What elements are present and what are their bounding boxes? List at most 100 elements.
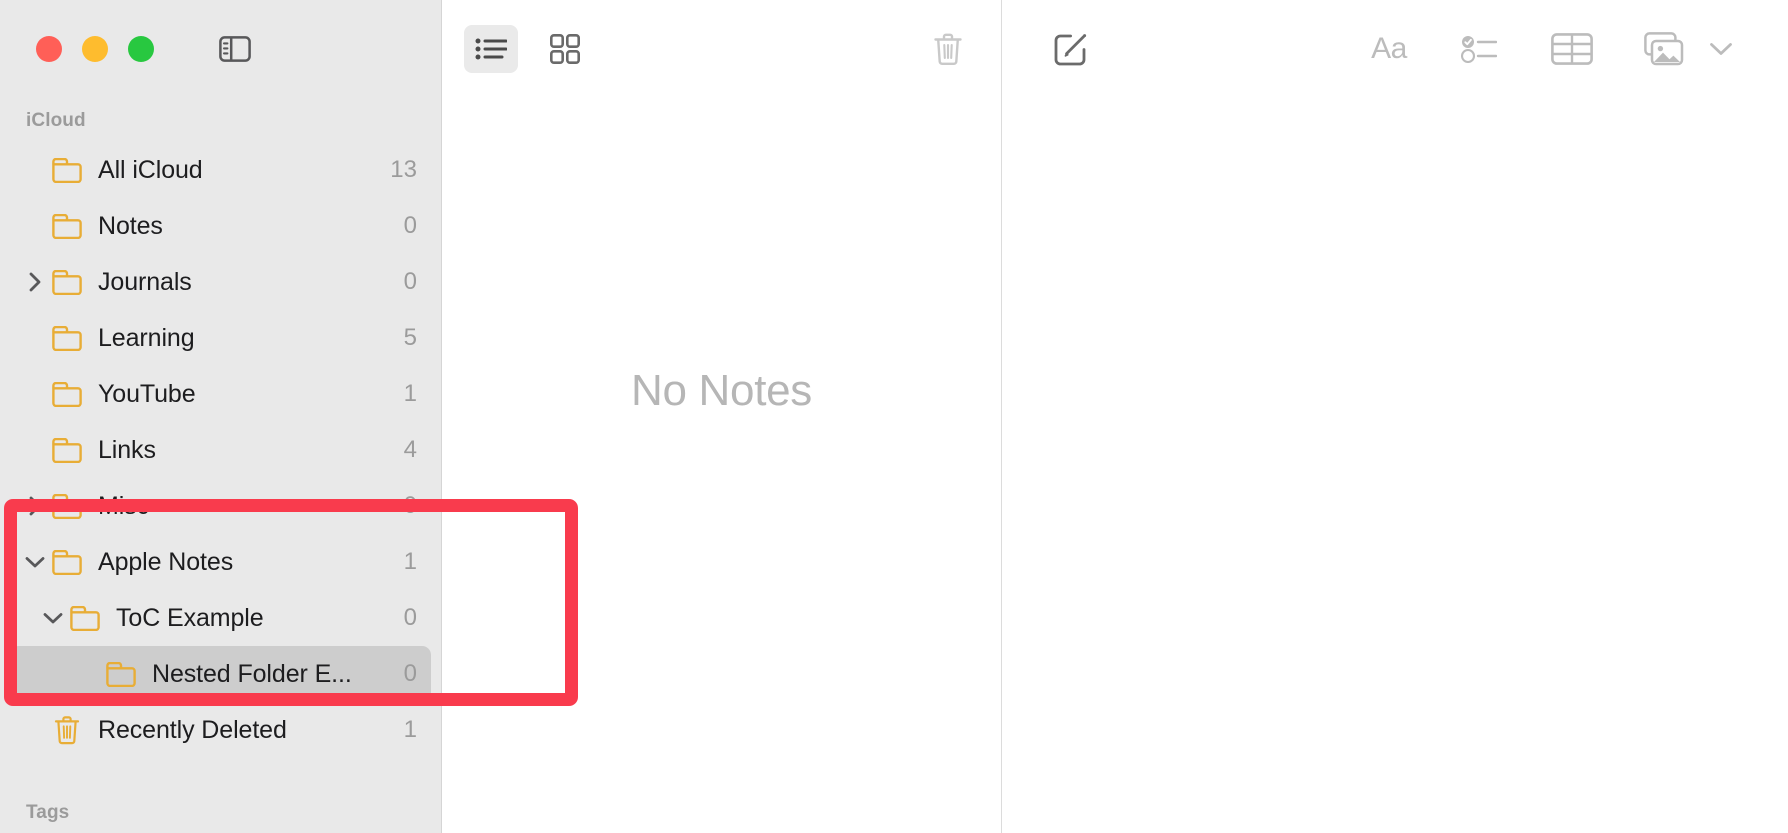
media-icon — [1644, 32, 1684, 66]
sidebar-item-count: 0 — [403, 492, 417, 519]
sidebar-item-label: Links — [98, 435, 156, 464]
sidebar-titlebar — [0, 0, 441, 98]
sidebar: iCloud All iCloud 13 Notes 0 Journals 0 Learni… — [0, 0, 442, 833]
sidebar-item-recently-deleted[interactable]: Recently Deleted 1 — [10, 702, 431, 758]
note-list-empty-state: No Notes — [442, 98, 1001, 833]
sidebar-item-label: Learning — [98, 323, 195, 352]
sidebar-item-label: Journals — [98, 267, 192, 296]
folder-icon — [70, 605, 100, 631]
sidebar-item-count: 0 — [403, 268, 417, 295]
sidebar-item-notes[interactable]: Notes 0 — [10, 198, 431, 254]
gallery-view-icon — [550, 34, 580, 64]
sidebar-item-count: 0 — [403, 604, 417, 631]
folder-icon — [50, 549, 84, 575]
table-button[interactable] — [1542, 25, 1602, 73]
folder-icon — [50, 213, 84, 239]
sidebar-item-label: Nested Folder E... — [152, 659, 352, 688]
chevron-right-icon — [29, 272, 41, 292]
sidebar-item-label: Misc — [98, 491, 149, 520]
folder-icon — [52, 493, 82, 519]
folder-icon — [52, 437, 82, 463]
sidebar-item-nested-folder-e[interactable]: Nested Folder E... 0 — [10, 646, 431, 702]
delete-note-button[interactable] — [921, 25, 975, 73]
disclosure-triangle[interactable] — [20, 271, 50, 293]
sidebar-item-toc-example[interactable]: ToC Example 0 — [10, 590, 431, 646]
folder-icon — [52, 213, 82, 239]
sidebar-item-journals[interactable]: Journals 0 — [10, 254, 431, 310]
folder-icon — [52, 157, 82, 183]
folder-icon — [52, 549, 82, 575]
sidebar-section-header-tags: Tags — [26, 802, 70, 823]
chevron-down-icon — [25, 557, 45, 568]
note-editor-content[interactable] — [1002, 98, 1788, 833]
disclosure-triangle[interactable] — [38, 611, 68, 625]
close-window-button[interactable] — [36, 36, 62, 62]
sidebar-item-apple-notes[interactable]: Apple Notes 1 — [10, 534, 431, 590]
folder-icon — [50, 493, 84, 519]
sidebar-item-label: YouTube — [98, 379, 196, 408]
sidebar-item-label: Apple Notes — [98, 547, 234, 576]
editor-toolbar: Aa — [1002, 0, 1788, 98]
sidebar-item-learning[interactable]: Learning 5 — [10, 310, 431, 366]
maximize-window-button[interactable] — [128, 36, 154, 62]
sidebar-item-links[interactable]: Links 4 — [10, 422, 431, 478]
note-list-toolbar — [442, 0, 1001, 98]
sidebar-item-count: 1 — [403, 716, 417, 743]
table-icon — [1551, 33, 1593, 65]
trash-icon — [50, 715, 84, 745]
sidebar-section-header-icloud: iCloud — [26, 110, 86, 131]
folder-icon — [50, 437, 84, 463]
folder-icon — [50, 325, 84, 351]
trash-icon — [54, 716, 80, 745]
list-view-button[interactable] — [464, 25, 518, 73]
sidebar-list[interactable]: iCloud All iCloud 13 Notes 0 Journals 0 Learni… — [0, 98, 441, 833]
disclosure-triangle[interactable] — [20, 555, 50, 569]
folder-icon — [104, 661, 138, 687]
sidebar-item-all-icloud[interactable]: All iCloud 13 — [10, 142, 431, 198]
sidebar-toggle-button[interactable] — [212, 26, 258, 72]
compose-icon — [1054, 34, 1087, 66]
sidebar-item-label: All iCloud — [98, 155, 203, 184]
new-note-button[interactable] — [1044, 25, 1098, 73]
disclosure-triangle[interactable] — [20, 495, 50, 517]
sidebar-item-label: Recently Deleted — [98, 715, 287, 744]
folder-icon — [52, 325, 82, 351]
sidebar-item-count: 4 — [403, 436, 417, 463]
folder-icon — [68, 605, 102, 631]
sidebar-toggle-icon — [219, 36, 251, 62]
checklist-button[interactable] — [1452, 25, 1506, 73]
chevron-right-icon — [29, 496, 41, 516]
media-button[interactable] — [1638, 25, 1688, 73]
folder-icon — [50, 269, 84, 295]
sidebar-item-label: Notes — [98, 211, 163, 240]
sidebar-item-count: 1 — [403, 380, 417, 407]
trash-icon — [934, 33, 962, 66]
media-menu-button[interactable] — [1704, 25, 1738, 73]
folder-icon — [50, 157, 84, 183]
chevron-down-icon — [1710, 43, 1732, 55]
sidebar-item-count: 13 — [390, 156, 417, 183]
formatting-toolbar: Aa — [1362, 25, 1738, 73]
sidebar-item-misc[interactable]: Misc 0 — [10, 478, 431, 534]
no-notes-label: No Notes — [630, 365, 812, 415]
sidebar-item-count: 1 — [403, 548, 417, 575]
chevron-down-icon — [43, 613, 63, 624]
sidebar-item-label: ToC Example — [116, 603, 264, 632]
folder-icon — [52, 269, 82, 295]
sidebar-item-count: 0 — [403, 660, 417, 687]
note-list-panel: No Notes — [442, 0, 1002, 833]
folder-icon — [52, 381, 82, 407]
gallery-view-button[interactable] — [538, 25, 592, 73]
list-view-icon — [475, 38, 507, 60]
notes-app-window: iCloud All iCloud 13 Notes 0 Journals 0 Learni… — [0, 0, 1788, 833]
minimize-window-button[interactable] — [82, 36, 108, 62]
window-controls — [36, 36, 154, 62]
note-editor-panel: Aa — [1002, 0, 1788, 833]
folder-icon — [106, 661, 136, 687]
text-format-label: Aa — [1371, 32, 1407, 65]
sidebar-item-youtube[interactable]: YouTube 1 — [10, 366, 431, 422]
text-format-button[interactable]: Aa — [1362, 25, 1416, 73]
sidebar-item-count: 5 — [403, 324, 417, 351]
folder-icon — [50, 381, 84, 407]
sidebar-section-icloud: iCloud All iCloud 13 Notes 0 Journals 0 Learni… — [0, 104, 441, 758]
